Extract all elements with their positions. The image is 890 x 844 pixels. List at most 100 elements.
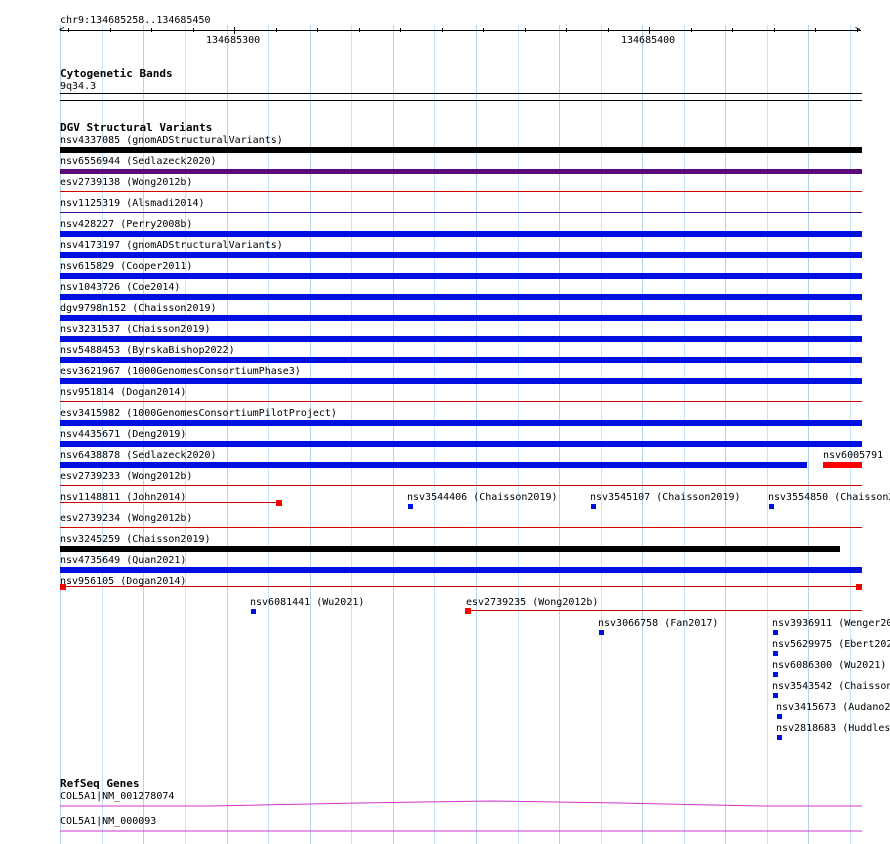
- variant-label[interactable]: esv3621967 (1000GenomesConsortiumPhase3): [60, 366, 301, 377]
- cytoband-label: 9q34.3: [60, 81, 97, 92]
- variant-bar[interactable]: [60, 169, 862, 174]
- variant-end-marker: [60, 584, 66, 590]
- variant-label[interactable]: nsv6086300 (Wu2021): [772, 660, 886, 671]
- variant-label[interactable]: nsv6081441 (Wu2021): [250, 597, 364, 608]
- ruler-minor-tick: [525, 28, 526, 32]
- ruler-minor-tick: [68, 28, 69, 32]
- ruler-minor-tick: [110, 28, 111, 32]
- variant-bar[interactable]: [60, 336, 862, 342]
- variant-bar[interactable]: [60, 502, 278, 503]
- variant-marker[interactable]: [408, 504, 413, 509]
- variant-label[interactable]: nsv5629975 (Ebert202: [772, 639, 890, 650]
- variant-label[interactable]: nsv3245259 (Chaisson2019): [60, 534, 211, 545]
- ruler-minor-tick: [234, 28, 235, 32]
- variant-marker[interactable]: [777, 714, 782, 719]
- variant-label[interactable]: esv2739235 (Wong2012b): [466, 597, 598, 608]
- refseq-track-title: RefSeq Genes: [60, 777, 140, 790]
- variant-bar[interactable]: [60, 420, 862, 426]
- variant-label[interactable]: esv3415982 (1000GenomesConsortiumPilotPr…: [60, 408, 337, 419]
- ruler-minor-tick: [483, 28, 484, 32]
- variant-end-marker: [276, 500, 282, 506]
- ruler-left-arrow-icon: <: [59, 25, 65, 35]
- variant-bar[interactable]: [60, 567, 862, 573]
- ruler-tick-label: 134685300: [206, 35, 261, 46]
- variant-end-marker[interactable]: [465, 608, 471, 614]
- variant-marker[interactable]: [773, 672, 778, 677]
- variant-bar[interactable]: [465, 610, 862, 611]
- variant-marker[interactable]: [773, 630, 778, 635]
- variant-end-marker: [856, 584, 862, 590]
- variant-label[interactable]: nsv4173197 (gnomADStructuralVariants): [60, 240, 283, 251]
- variant-label[interactable]: esv2739138 (Wong2012b): [60, 177, 192, 188]
- transcript-line[interactable]: [60, 798, 862, 812]
- variant-label[interactable]: nsv4735649 (Quan2021): [60, 555, 186, 566]
- variant-label[interactable]: nsv1125319 (Alsmadi2014): [60, 198, 205, 209]
- variant-label[interactable]: nsv3936911 (Wenger20: [772, 618, 890, 629]
- variant-bar[interactable]: [60, 485, 862, 486]
- variant-label[interactable]: esv2739234 (Wong2012b): [60, 513, 192, 524]
- variant-label[interactable]: nsv4337085 (gnomADStructuralVariants): [60, 135, 283, 146]
- transcript-line[interactable]: [60, 826, 862, 836]
- dgv-track-title: DGV Structural Variants: [60, 121, 213, 134]
- variant-marker[interactable]: [591, 504, 596, 509]
- genome-browser-view: chr9:134685258..134685450 < > 134685300 …: [0, 0, 890, 844]
- ruler-minor-tick: [691, 28, 692, 32]
- variant-marker[interactable]: [769, 504, 774, 509]
- ruler-axis: [60, 30, 861, 31]
- variant-bar[interactable]: [60, 546, 840, 552]
- variant-label[interactable]: dgv9798n152 (Chaisson2019): [60, 303, 217, 314]
- variant-label[interactable]: nsv2818683 (Huddles: [776, 723, 890, 734]
- variant-label[interactable]: esv2739233 (Wong2012b): [60, 471, 192, 482]
- ruler-minor-tick: [774, 28, 775, 32]
- variant-label[interactable]: nsv3544406 (Chaisson2019): [407, 492, 558, 503]
- variant-bar[interactable]: [60, 191, 862, 192]
- variant-label[interactable]: nsv3231537 (Chaisson2019): [60, 324, 211, 335]
- variant-bar[interactable]: [60, 315, 862, 321]
- variant-bar[interactable]: [60, 586, 862, 587]
- variant-bar[interactable]: [60, 147, 862, 153]
- dgv-side-bar[interactable]: [823, 462, 862, 468]
- cytoband-border-top: [60, 93, 862, 94]
- variant-label[interactable]: nsv615829 (Cooper2011): [60, 261, 192, 272]
- ruler-minor-tick: [317, 28, 318, 32]
- variant-marker[interactable]: [773, 651, 778, 656]
- ruler-tick-label: 134685400: [621, 35, 676, 46]
- variant-bar[interactable]: [60, 462, 807, 468]
- ruler-range-label: chr9:134685258..134685450: [60, 15, 211, 26]
- variant-bar[interactable]: [60, 401, 862, 402]
- variant-label[interactable]: nsv6556944 (Sedlazeck2020): [60, 156, 217, 167]
- ruler-minor-tick: [400, 28, 401, 32]
- variant-bar[interactable]: [60, 294, 862, 300]
- cytoband-track-title: Cytogenetic Bands: [60, 67, 173, 80]
- ruler-minor-tick: [193, 28, 194, 32]
- ruler-minor-tick: [151, 28, 152, 32]
- variant-marker[interactable]: [777, 735, 782, 740]
- variant-bar[interactable]: [60, 212, 862, 213]
- variant-label[interactable]: nsv3554850 (Chaisson2: [768, 492, 890, 503]
- variant-bar[interactable]: [60, 441, 862, 447]
- variant-marker[interactable]: [773, 693, 778, 698]
- variant-marker[interactable]: [251, 609, 256, 614]
- ruler-minor-tick: [276, 28, 277, 32]
- variant-label[interactable]: nsv5488453 (ByrskaBishop2022): [60, 345, 235, 356]
- variant-label[interactable]: nsv3415673 (Audano2: [776, 702, 890, 713]
- variant-label[interactable]: nsv3545107 (Chaisson2019): [590, 492, 741, 503]
- variant-label[interactable]: nsv4435671 (Deng2019): [60, 429, 186, 440]
- ruler-minor-tick: [608, 28, 609, 32]
- variant-bar[interactable]: [60, 273, 862, 279]
- dgv-side-label[interactable]: nsv6005791: [823, 450, 883, 461]
- variant-label[interactable]: nsv3066758 (Fan2017): [598, 618, 718, 629]
- variant-marker[interactable]: [599, 630, 604, 635]
- variant-label[interactable]: nsv1043726 (Coe2014): [60, 282, 180, 293]
- cytoband-border-bottom: [60, 100, 862, 101]
- variant-bar[interactable]: [60, 252, 862, 258]
- variant-label[interactable]: nsv3543542 (Chaisson: [772, 681, 890, 692]
- variant-label[interactable]: nsv428227 (Perry2008b): [60, 219, 192, 230]
- variant-label[interactable]: nsv951814 (Dogan2014): [60, 387, 186, 398]
- variant-bar[interactable]: [60, 527, 862, 528]
- ruler-minor-tick: [815, 28, 816, 32]
- variant-bar[interactable]: [60, 378, 862, 384]
- variant-bar[interactable]: [60, 357, 862, 363]
- variant-bar[interactable]: [60, 231, 862, 237]
- variant-label[interactable]: nsv6438878 (Sedlazeck2020): [60, 450, 217, 461]
